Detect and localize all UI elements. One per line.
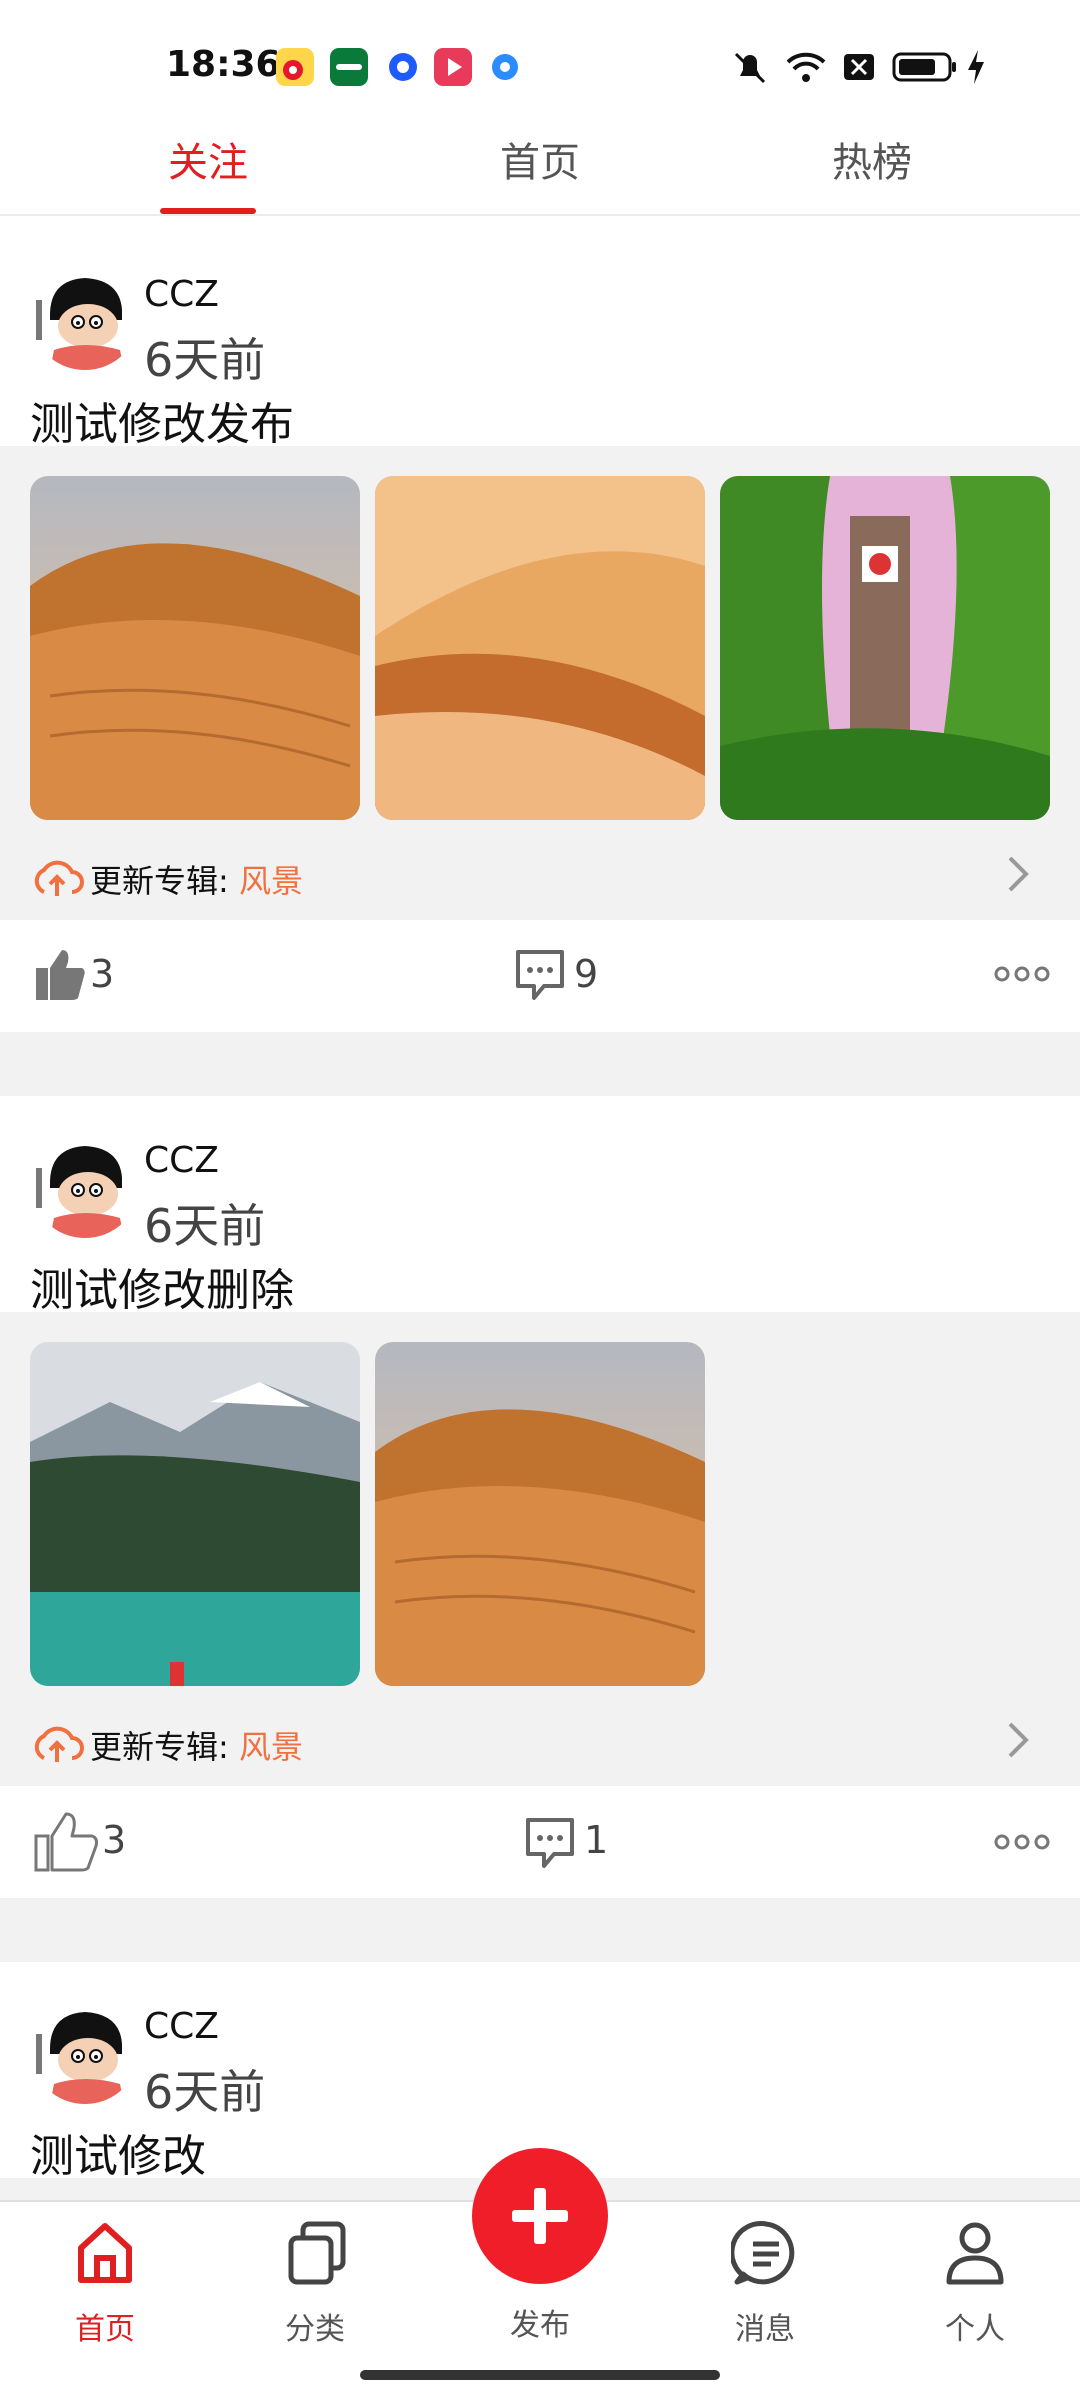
video-icon	[434, 48, 472, 86]
person-icon	[943, 2218, 1007, 2288]
weibo-icon	[276, 48, 314, 86]
home-icon	[75, 2218, 135, 2288]
avatar[interactable]	[30, 260, 140, 370]
album-info[interactable]: 更新专辑: 风景	[90, 1722, 303, 1768]
comment-count: 1	[584, 1818, 609, 1862]
username[interactable]: CCZ	[144, 1140, 219, 1181]
album-prefix: 更新专辑:	[90, 1728, 229, 1766]
tab-follow[interactable]: 关注	[108, 130, 308, 188]
charging-icon	[964, 48, 988, 86]
mute-icon	[730, 48, 770, 86]
comment-count: 9	[574, 952, 599, 996]
post-time: 6天前	[144, 1199, 266, 1253]
nav-home-label: 首页	[75, 2312, 135, 2347]
like-outline-icon[interactable]	[34, 1810, 100, 1874]
tab-home[interactable]: 首页	[440, 130, 640, 188]
upload-cloud-icon	[30, 1724, 84, 1764]
battery-icon	[892, 48, 958, 86]
post-title[interactable]: 测试修改删除	[30, 1254, 294, 1318]
album-info[interactable]: 更新专辑: 风景	[90, 856, 303, 902]
post-image[interactable]	[720, 476, 1050, 820]
post-title[interactable]: 测试修改发布	[30, 388, 294, 452]
more-icon[interactable]	[994, 1830, 1050, 1854]
nav-profile-label: 个人	[945, 2312, 1005, 2347]
status-time: 18:36	[166, 44, 281, 85]
album-prefix: 更新专辑:	[90, 862, 229, 900]
publish-button[interactable]	[472, 2148, 608, 2284]
post-image[interactable]	[30, 476, 360, 820]
oppo-icon	[330, 48, 368, 86]
sim-off-icon	[840, 48, 878, 86]
album-link[interactable]: 风景	[239, 1728, 303, 1766]
post-image[interactable]	[375, 1342, 705, 1686]
comment-icon[interactable]	[524, 1814, 576, 1870]
like-count: 3	[102, 1818, 127, 1862]
like-count: 3	[90, 952, 115, 996]
post-title[interactable]: 测试修改	[30, 2120, 206, 2184]
comment-icon[interactable]	[514, 946, 566, 1002]
plus-icon	[506, 2182, 574, 2250]
home-indicator[interactable]	[360, 2370, 720, 2380]
avatar[interactable]	[30, 1994, 140, 2104]
chevron-right-icon[interactable]	[1002, 1718, 1032, 1762]
nav-category-label: 分类	[285, 2312, 345, 2347]
upload-cloud-icon	[30, 858, 84, 898]
tabs-divider	[0, 214, 1080, 216]
tab-hot[interactable]: 热榜	[772, 130, 972, 188]
post-separator	[0, 1032, 1080, 1096]
chevron-right-icon[interactable]	[1002, 852, 1032, 896]
like-filled-icon[interactable]	[34, 946, 86, 1002]
post-separator	[0, 1898, 1080, 1962]
post-image[interactable]	[30, 1342, 360, 1686]
message-icon	[384, 48, 422, 86]
message-icon	[729, 2218, 801, 2288]
more-icon[interactable]	[994, 962, 1050, 986]
publish-label: 发布	[510, 2308, 570, 2343]
wifi-icon	[784, 48, 828, 86]
post-image[interactable]	[375, 476, 705, 820]
username[interactable]: CCZ	[144, 2006, 219, 2047]
nav-messages-label: 消息	[735, 2312, 795, 2347]
username[interactable]: CCZ	[144, 274, 219, 315]
browser-icon	[486, 48, 524, 86]
avatar[interactable]	[30, 1128, 140, 1238]
album-link[interactable]: 风景	[239, 862, 303, 900]
post-time: 6天前	[144, 2065, 266, 2119]
post-time: 6天前	[144, 333, 266, 387]
category-icon	[285, 2218, 349, 2288]
